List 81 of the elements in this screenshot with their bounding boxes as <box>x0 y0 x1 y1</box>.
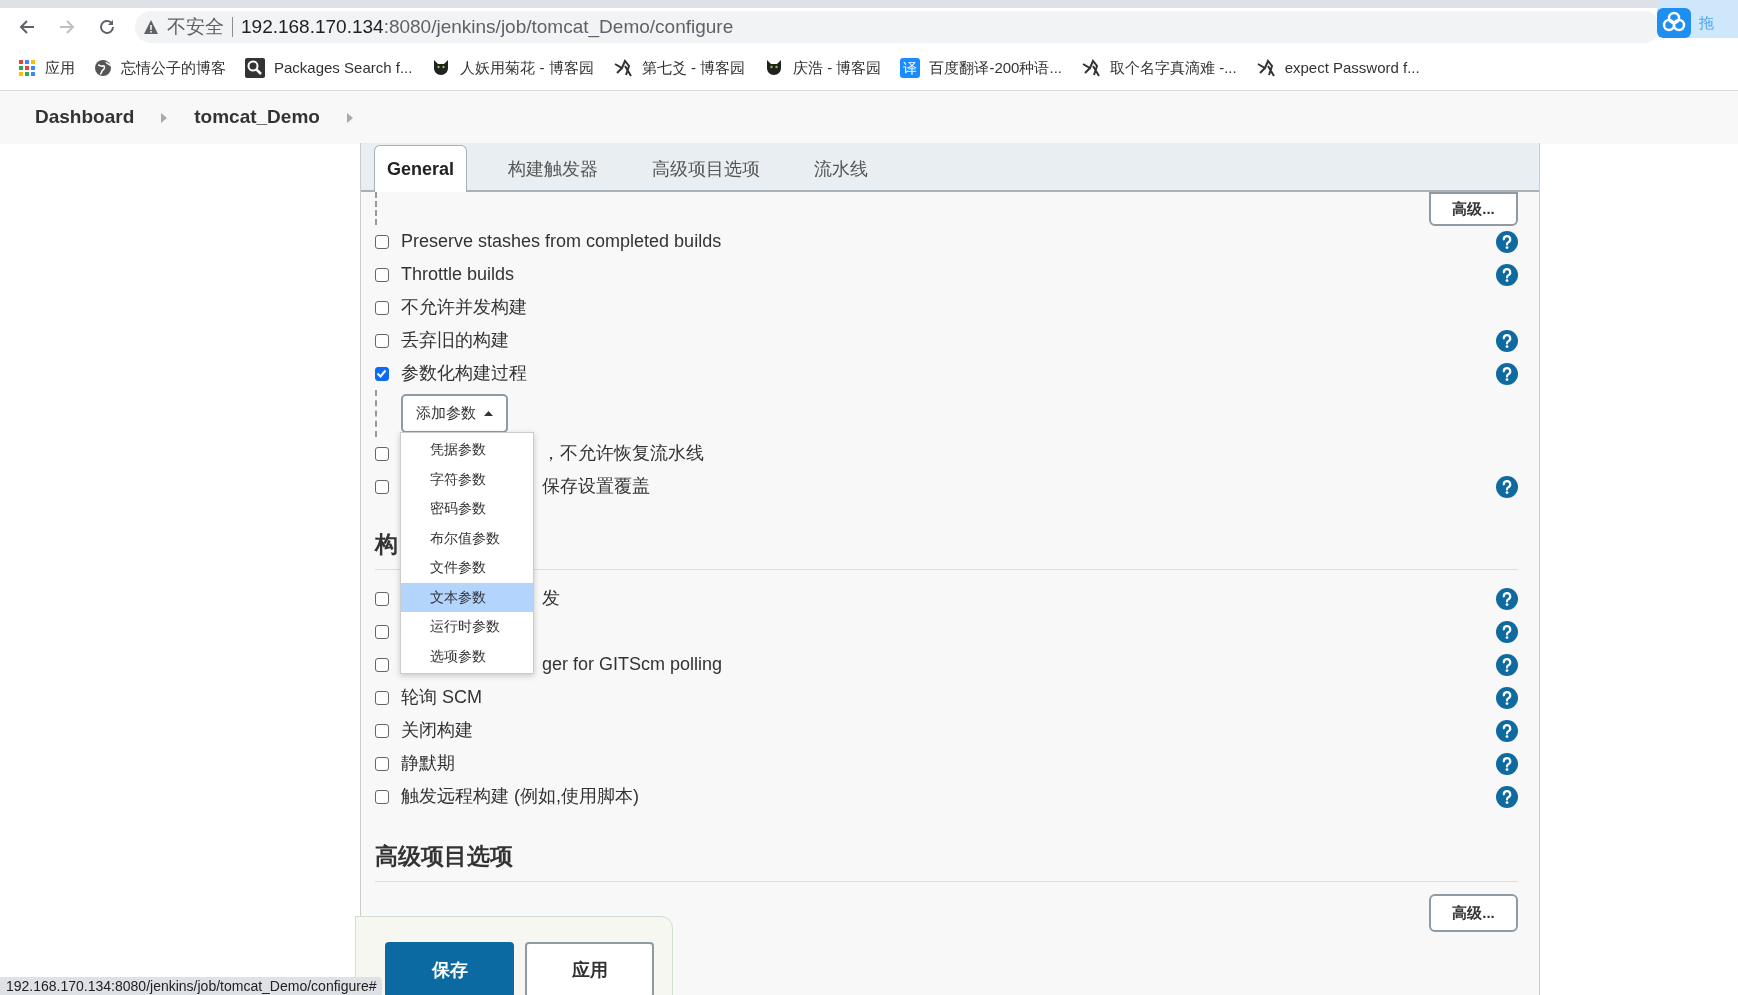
caret-icon <box>484 411 493 416</box>
help-icon[interactable] <box>1496 785 1518 808</box>
bookmark-link[interactable]: 忘情公子的博客 <box>121 56 226 80</box>
menu-item[interactable]: 字符参数 <box>401 464 533 494</box>
option-label: 关闭构建 <box>401 719 473 742</box>
security-label: 不安全 <box>167 17 233 37</box>
menu-item[interactable]: 文本参数 <box>401 582 533 612</box>
menu-item[interactable]: 选项参数 <box>401 641 533 671</box>
bookmark-link[interactable]: 应用 <box>45 56 75 80</box>
checkbox[interactable] <box>375 234 389 249</box>
section-heading: 高级项目选项 <box>375 842 513 871</box>
checkbox[interactable] <box>375 657 389 672</box>
option-label: 触发远程构建 (例如,使用脚本) <box>401 785 639 808</box>
option-label: 静默期 <box>401 752 455 775</box>
checkbox[interactable] <box>375 789 389 804</box>
tab[interactable]: 高级项目选项 <box>625 145 788 192</box>
option-label: Throttle builds <box>401 263 515 286</box>
help-icon[interactable] <box>1496 362 1518 385</box>
bookmark-link[interactable]: 庆浩 - 博客园 <box>793 56 882 80</box>
checkbox[interactable] <box>375 479 389 494</box>
bookmark-link[interactable]: 第七爻 - 博客园 <box>641 56 746 80</box>
help-icon[interactable] <box>1496 230 1518 253</box>
option-label: 丢弃旧的构建 <box>401 329 509 352</box>
tab[interactable]: 构建触发器 <box>481 145 626 192</box>
advanced-button[interactable]: 高级... <box>1429 894 1518 932</box>
option-label: 保存设置覆盖 <box>542 475 650 498</box>
help-icon[interactable] <box>1496 686 1518 709</box>
search-icon[interactable] <box>245 58 265 78</box>
breadcrumb-link[interactable]: Dashboard <box>35 103 135 132</box>
help-icon[interactable] <box>1496 263 1518 286</box>
menu-item[interactable]: 布尔值参数 <box>401 523 533 553</box>
cloud-icon <box>1657 8 1691 38</box>
breadcrumb-link[interactable]: tomcat_Demo <box>194 103 320 132</box>
menu-item[interactable]: 密码参数 <box>401 494 533 524</box>
apply-button[interactable]: 应用 <box>525 942 654 995</box>
help-icon[interactable] <box>1496 719 1518 742</box>
tab[interactable]: 流水线 <box>787 145 896 192</box>
help-icon[interactable] <box>1496 475 1518 498</box>
apps-icon[interactable] <box>18 59 36 77</box>
option-label: ，不允许恢复流水线 <box>542 442 704 465</box>
bookmark-link[interactable]: expect Password f... <box>1284 56 1420 80</box>
checkbox[interactable] <box>375 333 389 348</box>
checkbox[interactable] <box>375 446 389 461</box>
checkbox[interactable] <box>375 267 389 282</box>
help-icon[interactable] <box>1496 587 1518 610</box>
figure-icon[interactable] <box>612 58 633 78</box>
checkbox[interactable] <box>375 366 389 381</box>
warning-icon <box>143 19 159 35</box>
help-icon[interactable] <box>1496 329 1518 352</box>
status-bar: 192.168.170.134:8080/jenkins/job/tomcat_Demo/configure# <box>0 977 383 995</box>
menu-item[interactable]: 运行时参数 <box>401 612 533 642</box>
figure-icon[interactable] <box>1255 58 1276 78</box>
tab[interactable]: General <box>374 145 468 192</box>
checkbox[interactable] <box>375 624 389 639</box>
option-label: 不允许并发构建 <box>401 296 527 319</box>
bookmark-link[interactable]: 取个名字真滴难 -... <box>1109 56 1237 80</box>
bookmark-link[interactable]: Packages Search f... <box>274 56 413 80</box>
add-parameter-button[interactable]: 添加参数 <box>401 394 508 433</box>
menu-item[interactable]: 凭据参数 <box>401 435 533 465</box>
checkbox[interactable] <box>375 300 389 315</box>
bookmark-link[interactable]: 人妖用菊花 - 博客园 <box>460 56 594 80</box>
option-label: 参数化构建过程 <box>401 362 527 385</box>
help-icon[interactable] <box>1496 752 1518 775</box>
checkbox[interactable] <box>375 690 389 705</box>
figure-icon[interactable] <box>1080 58 1101 78</box>
menu-item[interactable]: 文件参数 <box>401 553 533 583</box>
option-label: 发 <box>542 587 560 610</box>
help-icon[interactable] <box>1496 620 1518 643</box>
option-label: Preserve stashes from completed builds <box>401 230 722 253</box>
checkbox[interactable] <box>375 591 389 606</box>
checkbox[interactable] <box>375 756 389 771</box>
option-label: 轮询 SCM <box>401 686 482 709</box>
reload-icon[interactable] <box>97 17 117 37</box>
url-field[interactable]: 192.168.170.134:8080/jenkins/job/tomcat_Demo/configure <box>241 12 734 42</box>
checkbox[interactable] <box>375 723 389 738</box>
save-button[interactable]: 保存 <box>385 942 514 995</box>
section-heading: 构 <box>375 530 398 559</box>
option-label: ger for GITScm polling <box>542 653 723 676</box>
advanced-button[interactable]: 高级... <box>1429 192 1518 226</box>
bookmark-link[interactable]: 百度翻译-200种语... <box>929 56 1062 80</box>
help-icon[interactable] <box>1496 653 1518 676</box>
